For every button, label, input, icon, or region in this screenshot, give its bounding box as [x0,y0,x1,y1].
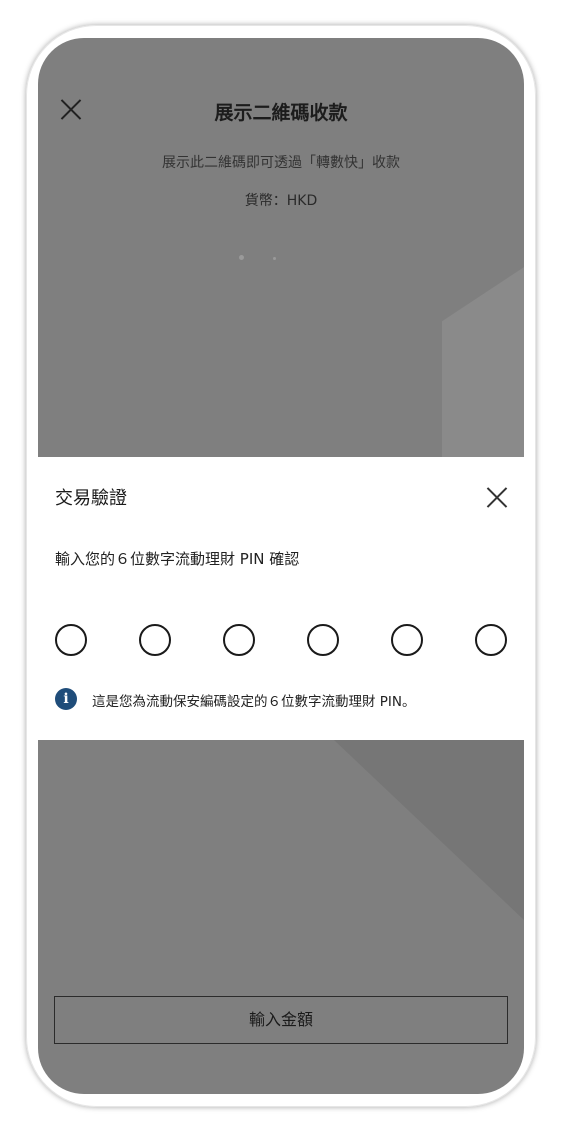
pin-digit-slot[interactable] [55,624,87,656]
background-shape [334,740,524,920]
app-screen: 展示二維碼收款 展示此二維碼即可透過「轉數快」收款 貨幣：HKD 交易驗證 輸入… [38,38,524,1094]
close-icon[interactable] [486,486,508,508]
pin-digit-slot[interactable] [307,624,339,656]
loading-dot [239,255,244,260]
sheet-title: 交易驗證 [55,488,127,509]
page-title: 展示二維碼收款 [214,102,348,124]
qr-instruction-text: 展示此二維碼即可透過「轉數快」收款 [162,155,400,171]
pin-digit-slot[interactable] [391,624,423,656]
currency-label: 貨幣：HKD [244,193,318,209]
pin-digit-slot[interactable] [223,624,255,656]
background-shape [442,242,524,462]
page-header: 展示二維碼收款 [38,82,524,126]
pin-digit-slot[interactable] [139,624,171,656]
pin-prompt: 輸入您的６位數字流動理財 PIN 確認 [55,550,300,568]
info-icon: i [55,688,77,710]
loading-dot [273,257,276,260]
info-text: 這是您為流動保安編碼設定的６位數字流動理財 PIN。 [92,694,416,710]
pin-input[interactable] [55,624,509,660]
pin-digit-slot[interactable] [475,624,507,656]
enter-amount-button[interactable]: 輸入金額 [54,996,508,1044]
transaction-verification-sheet: 交易驗證 輸入您的６位數字流動理財 PIN 確認 i 這是您為流動保安編碼設定的… [38,457,524,740]
